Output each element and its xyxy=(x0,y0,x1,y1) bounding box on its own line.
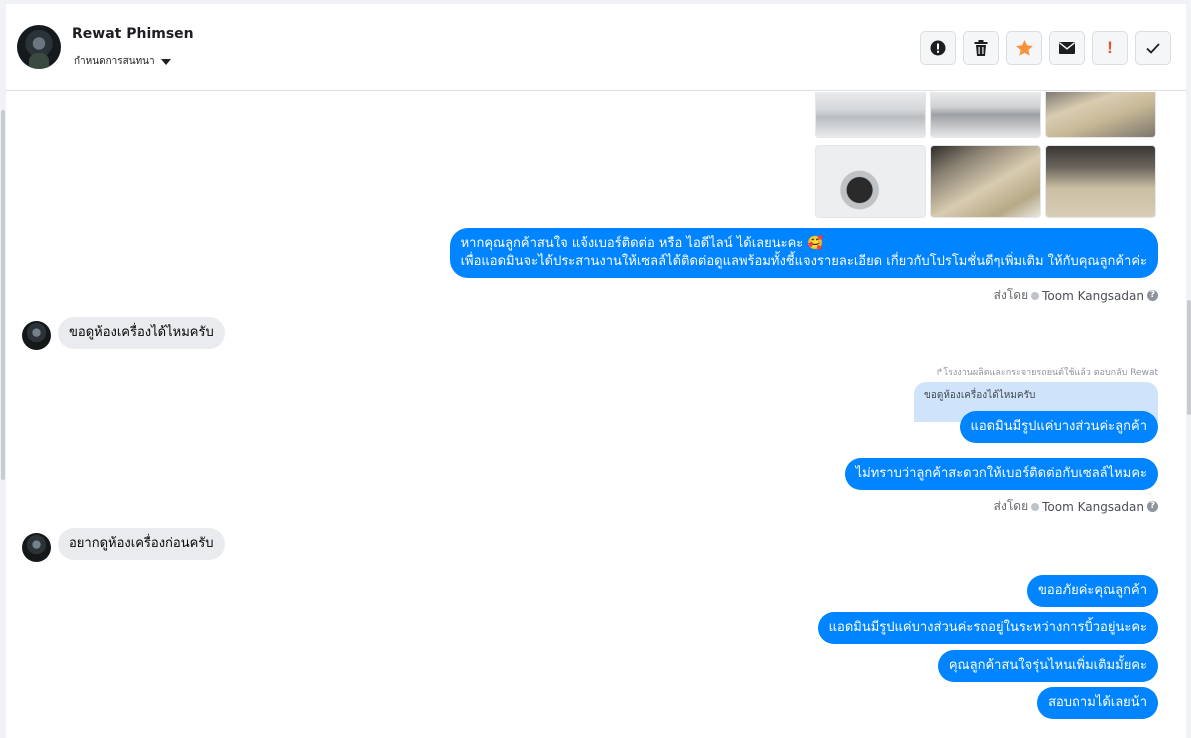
conversation-header: Rewat Phimsen กำหนดการสนทนา ! xyxy=(6,4,1186,91)
sent-by-label: ส่งโดย Toom Kangsadan ? xyxy=(994,286,1158,305)
sent-by-agent: Toom Kangsadan xyxy=(1042,288,1144,303)
message-line: เพื่อแอดมินจะได้ประสานงานให้เซลล์ได้ติดต… xyxy=(460,254,1147,269)
attachment-photo-car-rear[interactable] xyxy=(930,92,1041,138)
checkmark-icon xyxy=(1146,42,1160,54)
mark-done-button[interactable] xyxy=(1135,31,1171,65)
outgoing-message[interactable]: แอดมินมีรูปแค่บางส่วนค่ะลูกค้า xyxy=(959,411,1158,443)
mark-unread-button[interactable] xyxy=(1049,31,1085,65)
right-scrollbar-track xyxy=(1186,0,1191,738)
header-actions: ! xyxy=(920,31,1171,65)
attachment-photo-car-interior[interactable] xyxy=(1045,92,1156,138)
outgoing-message[interactable]: คุณลูกค้าสนใจรุ่นไหนเพิ่มเติมมั้ยคะ xyxy=(937,650,1158,682)
incoming-message[interactable]: อยากดูห้องเครื่องก่อนครับ xyxy=(58,528,225,560)
sent-by-label: ส่งโดย Toom Kangsadan ? xyxy=(994,497,1158,516)
sent-by-prefix: ส่งโดย xyxy=(993,288,1029,302)
contact-avatar[interactable] xyxy=(22,321,51,350)
mark-spam-button[interactable] xyxy=(920,31,956,65)
help-icon[interactable]: ? xyxy=(1147,290,1158,301)
outgoing-message[interactable]: ขออภัยค่ะคุณลูกค้า xyxy=(1027,575,1158,607)
conversation-settings-label: กำหนดการสนทนา xyxy=(74,56,155,67)
avatar[interactable] xyxy=(17,25,61,69)
help-icon[interactable]: ? xyxy=(1147,501,1158,512)
exclamation-icon: ! xyxy=(1107,38,1113,57)
right-scrollbar-thumb[interactable] xyxy=(1187,300,1191,415)
attachment-photo-car-front[interactable] xyxy=(815,92,926,138)
verified-icon xyxy=(1031,291,1040,300)
verified-icon xyxy=(1031,502,1040,511)
attachment-photo-car-seats[interactable] xyxy=(930,145,1041,218)
outgoing-message[interactable]: สอบถามได้เลยน้า xyxy=(1037,687,1158,719)
outgoing-message[interactable]: แอดมินมีรูปแค่บางส่วนค่ะรถอยู่ในระหว่างก… xyxy=(817,612,1158,644)
contact-name[interactable]: Rewat Phimsen xyxy=(72,26,194,42)
star-button[interactable] xyxy=(1006,31,1042,65)
incoming-message[interactable]: ขอดูห้องเครื่องได้ไหมครับ xyxy=(58,317,225,349)
outgoing-message[interactable]: ไม่ทราบว่าลูกค้าสะดวกให้เบอร์ติดต่อกับเซ… xyxy=(844,458,1158,490)
sent-by-agent: Toom Kangsadan xyxy=(1042,499,1144,514)
reply-context-text: โรงงานผลิตและกระจายรถยนต์ใช้แล้ว ตอบกลับ… xyxy=(943,368,1158,378)
trash-icon xyxy=(974,40,988,56)
sent-by-prefix: ส่งโดย xyxy=(993,499,1029,513)
alert-circle-icon xyxy=(930,40,946,56)
caret-down-icon xyxy=(160,58,171,65)
mail-icon xyxy=(1059,42,1075,54)
attachment-photo-car-wheel[interactable] xyxy=(815,145,926,218)
follow-up-button[interactable]: ! xyxy=(1092,31,1128,65)
message-thread[interactable]: หากคุณลูกค้าสนใจ แจ้งเบอร์ติดต่อ หรือ ไอ… xyxy=(6,92,1186,738)
contact-avatar[interactable] xyxy=(22,533,51,562)
star-icon xyxy=(1015,40,1033,56)
attachment-photo-car-dashboard[interactable] xyxy=(1045,145,1156,218)
message-line: หากคุณลูกค้าสนใจ แจ้งเบอร์ติดต่อ หรือ ไอ… xyxy=(460,236,824,251)
conversation-settings-dropdown[interactable]: กำหนดการสนทนา xyxy=(74,54,171,69)
reply-context-label: ↱โรงงานผลิตและกระจายรถยนต์ใช้แล้ว ตอบกลั… xyxy=(936,365,1158,379)
outgoing-message[interactable]: หากคุณลูกค้าสนใจ แจ้งเบอร์ติดต่อ หรือ ไอ… xyxy=(449,228,1158,278)
left-scrollbar[interactable] xyxy=(1,110,5,480)
delete-button[interactable] xyxy=(963,31,999,65)
